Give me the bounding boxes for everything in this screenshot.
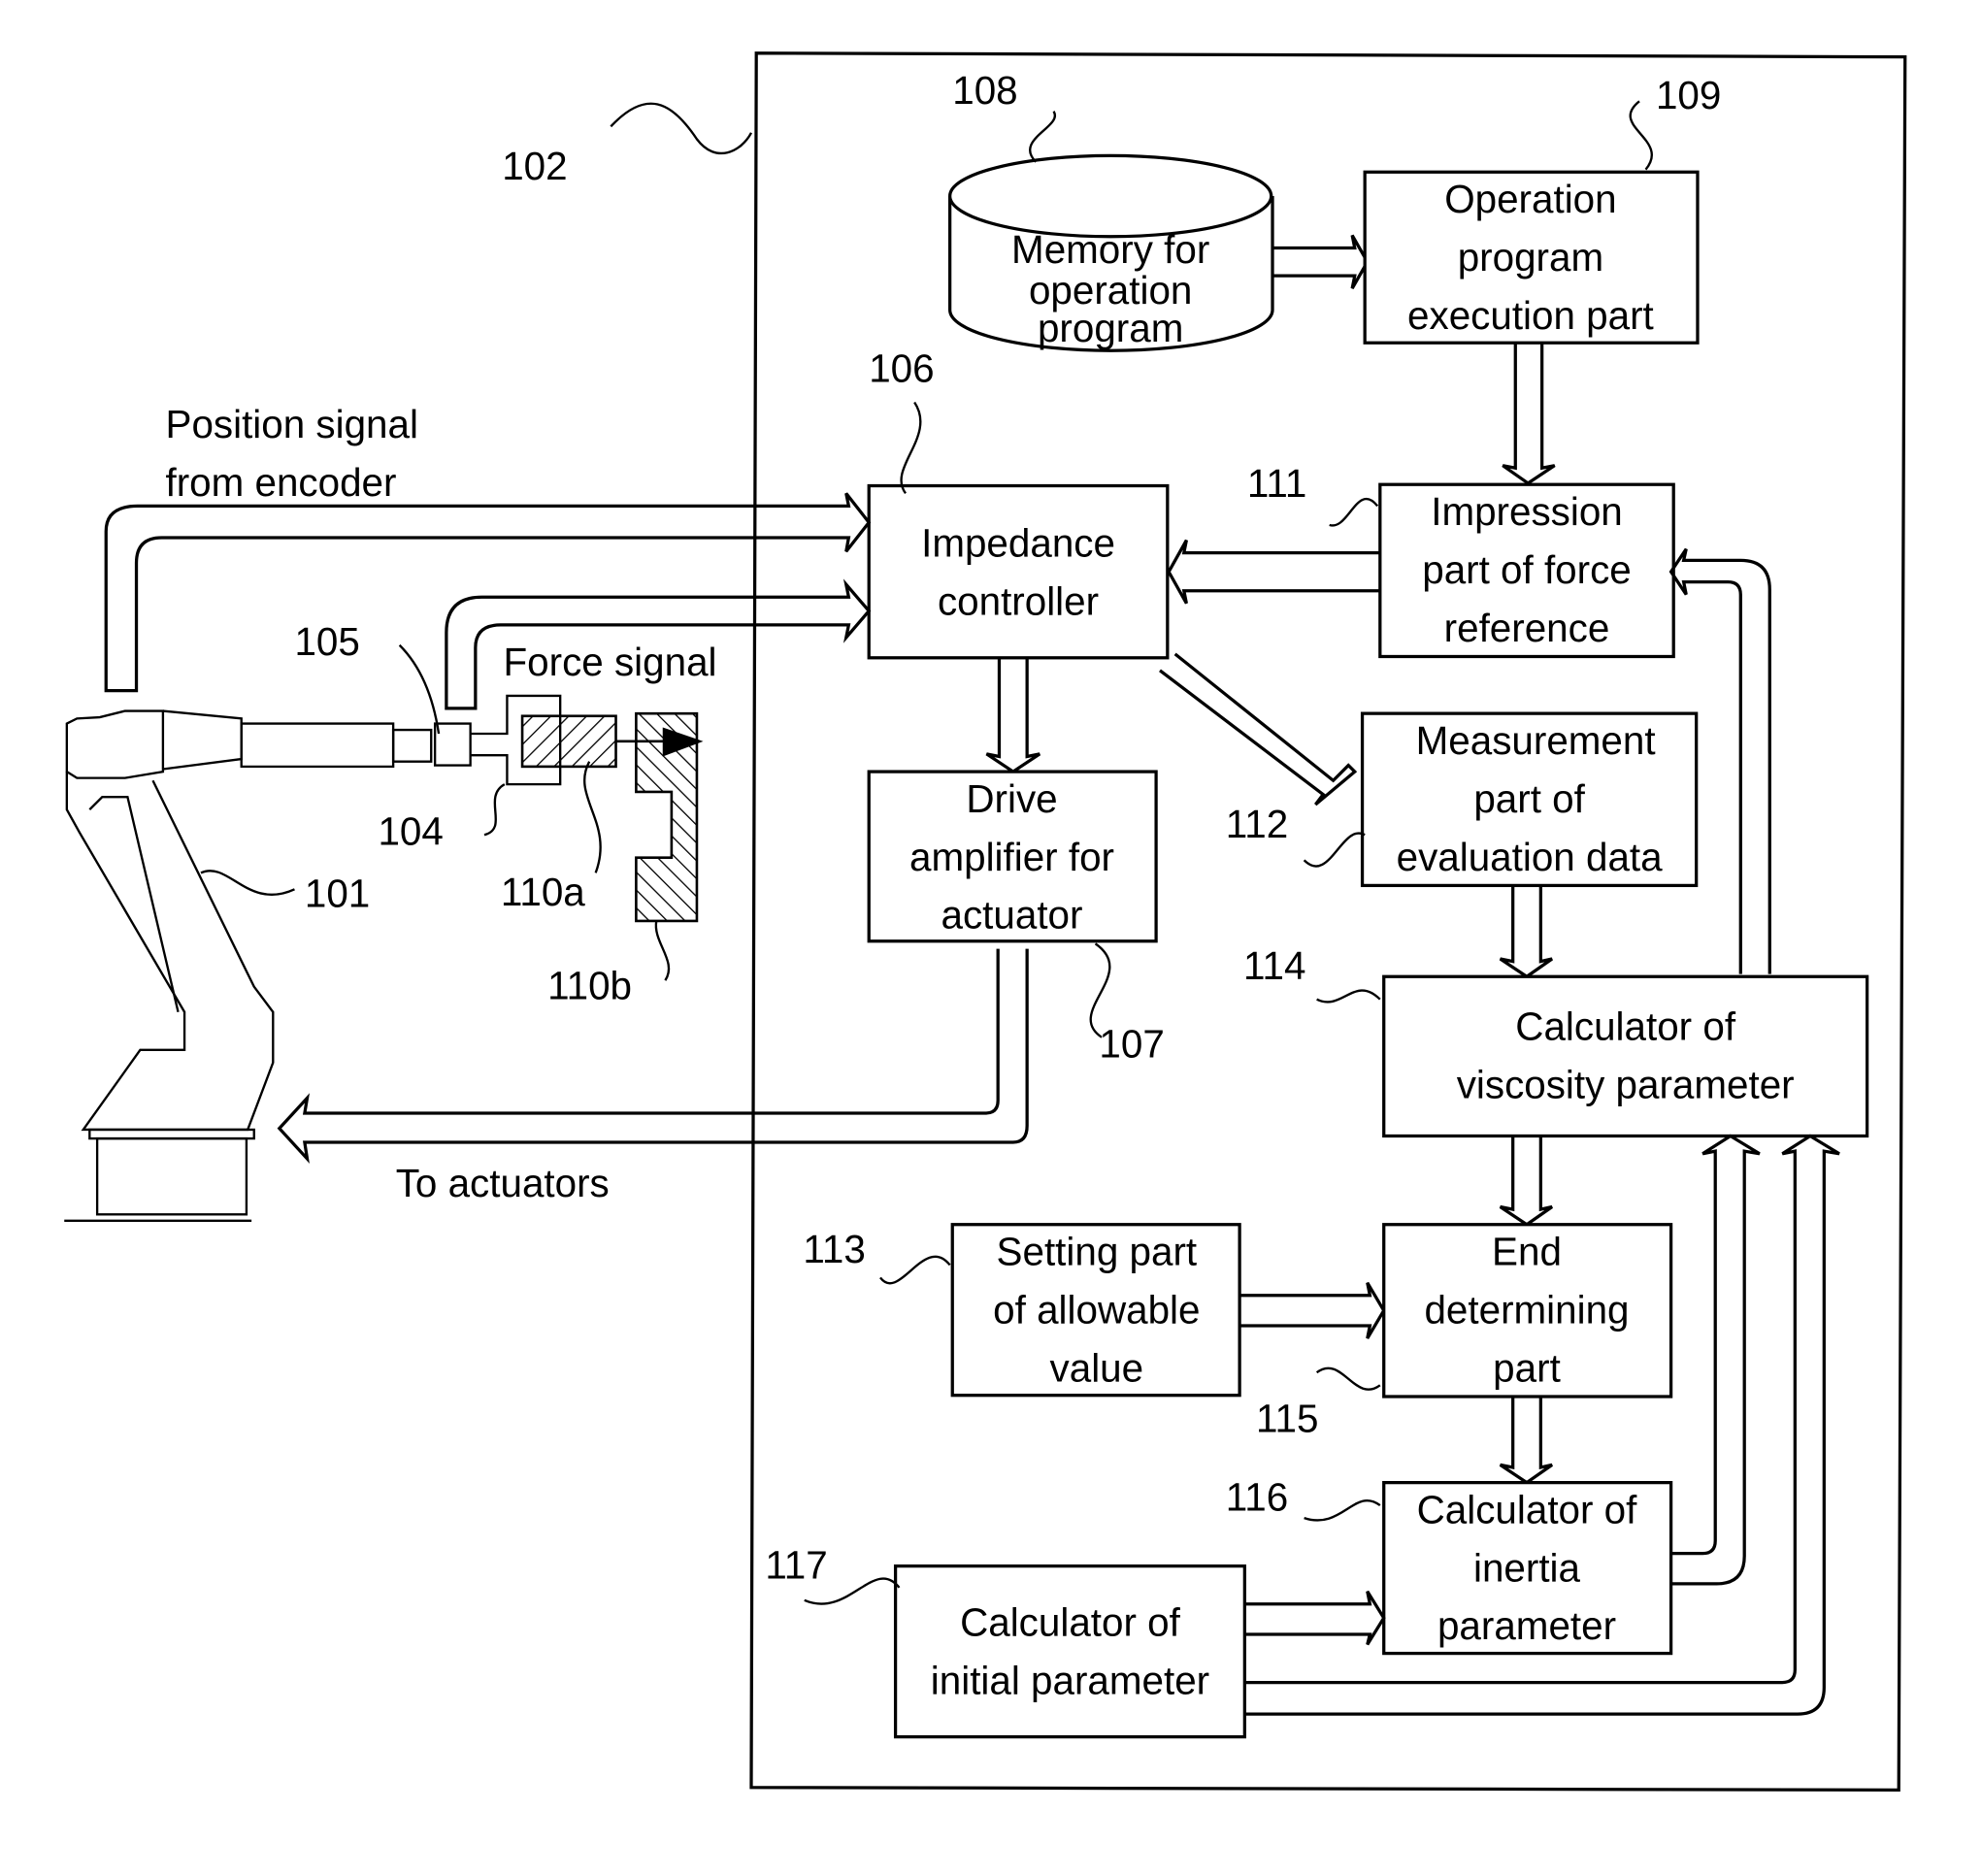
ref-109: 109: [1656, 73, 1721, 117]
block-operation-program-execution: Operation program execution part: [1363, 170, 1700, 345]
svg-text:Calculator of: Calculator of: [1515, 1004, 1736, 1048]
ref-108: 108: [952, 68, 1017, 113]
arrow-impression-to-impedance: [1167, 539, 1380, 605]
svg-text:Measurement: Measurement: [1416, 718, 1656, 763]
patent-diagram: 102 Memory for operation program 108 Ope…: [64, 51, 1907, 1792]
arrow-execution-to-impression: [1502, 343, 1556, 485]
memory-cylinder: Memory for operation program: [948, 153, 1274, 352]
ref-110a: 110a: [501, 870, 585, 914]
ref-114: 114: [1243, 943, 1305, 988]
object-110b: [615, 711, 704, 923]
svg-text:evaluation data: evaluation data: [1397, 835, 1664, 879]
force-signal-label: Force signal: [504, 640, 717, 684]
svg-text:inertia: inertia: [1473, 1545, 1581, 1590]
ref-110b: 110b: [547, 964, 632, 1008]
block-viscosity-calculator: Calculator of viscosity parameter: [1382, 974, 1869, 1138]
svg-text:Operation: Operation: [1444, 177, 1616, 221]
svg-text:actuator: actuator: [941, 893, 1083, 938]
svg-text:Calculator of: Calculator of: [960, 1599, 1181, 1644]
svg-text:execution part: execution part: [1407, 293, 1654, 338]
ref-113: 113: [803, 1227, 865, 1271]
svg-text:value: value: [1050, 1345, 1144, 1390]
svg-text:End: End: [1492, 1229, 1562, 1273]
svg-text:program: program: [1458, 235, 1603, 280]
block-drive-amplifier: Drive amplifier for actuator: [867, 770, 1158, 943]
svg-text:amplifier for: amplifier for: [909, 835, 1114, 879]
svg-text:of allowable: of allowable: [993, 1287, 1200, 1332]
block-setting-allowable-value: Setting part of allowable value: [950, 1223, 1241, 1398]
arrow-impedance-to-measurement: [1159, 652, 1358, 806]
arrow-initial-to-inertia: [1244, 1590, 1386, 1646]
svg-text:Impedance: Impedance: [921, 521, 1115, 566]
position-signal-label-2: from encoder: [166, 460, 397, 505]
arrow-viscosity-to-end: [1499, 1135, 1554, 1227]
svg-text:Setting part: Setting part: [997, 1229, 1198, 1273]
svg-text:part of: part of: [1473, 776, 1585, 821]
ref-101: 101: [305, 872, 370, 916]
svg-text:Memory for: Memory for: [1011, 227, 1209, 272]
robot-arm: [64, 709, 472, 1222]
ref-117: 117: [765, 1543, 827, 1588]
arrow-setting-to-end: [1239, 1281, 1386, 1339]
svg-text:Calculator of: Calculator of: [1417, 1487, 1638, 1531]
block-measurement-evaluation-data: Measurement part of evaluation data: [1360, 711, 1699, 888]
arrow-inertia-to-viscosity: [1670, 1134, 1761, 1586]
block-initial-parameter-calculator: Calculator of initial parameter: [893, 1564, 1246, 1739]
block-impression-force-reference: Impression part of force reference: [1378, 482, 1675, 659]
svg-text:parameter: parameter: [1437, 1603, 1616, 1648]
leader-102: [610, 102, 753, 155]
ref-106: 106: [869, 346, 934, 391]
svg-text:part: part: [1493, 1345, 1561, 1390]
arrow-memory-to-execution: [1272, 234, 1370, 289]
svg-text:Drive: Drive: [966, 776, 1057, 821]
ref-104: 104: [378, 809, 443, 854]
to-actuators-label: To actuators: [396, 1161, 610, 1205]
ref-111: 111: [1247, 461, 1306, 506]
ref-102: 102: [502, 144, 567, 188]
block-impedance-controller: Impedance controller: [867, 483, 1170, 660]
hand-gripper: [470, 694, 617, 786]
svg-text:Impression: Impression: [1431, 489, 1623, 534]
arrow-end-to-inertia: [1499, 1396, 1554, 1485]
ref-115: 115: [1256, 1396, 1318, 1440]
block-end-determining: End determining part: [1382, 1223, 1673, 1399]
block-inertia-calculator: Calculator of inertia parameter: [1382, 1481, 1673, 1656]
ref-107: 107: [1099, 1022, 1164, 1067]
svg-text:reference: reference: [1444, 606, 1610, 650]
arrow-measurement-to-viscosity: [1499, 885, 1554, 979]
ref-112: 112: [1226, 802, 1288, 846]
svg-text:initial parameter: initial parameter: [931, 1658, 1209, 1702]
ref-105: 105: [294, 619, 359, 664]
svg-text:part of force: part of force: [1422, 547, 1632, 592]
ref-116: 116: [1226, 1474, 1288, 1519]
arrow-impedance-to-drive: [985, 657, 1041, 774]
svg-text:controller: controller: [938, 578, 1099, 623]
svg-text:determining: determining: [1424, 1287, 1629, 1332]
position-signal-label: Position signal: [166, 402, 418, 446]
svg-text:program: program: [1038, 306, 1183, 350]
arrow-drive-to-actuators: [277, 948, 1029, 1165]
svg-text:viscosity parameter: viscosity parameter: [1457, 1062, 1795, 1106]
